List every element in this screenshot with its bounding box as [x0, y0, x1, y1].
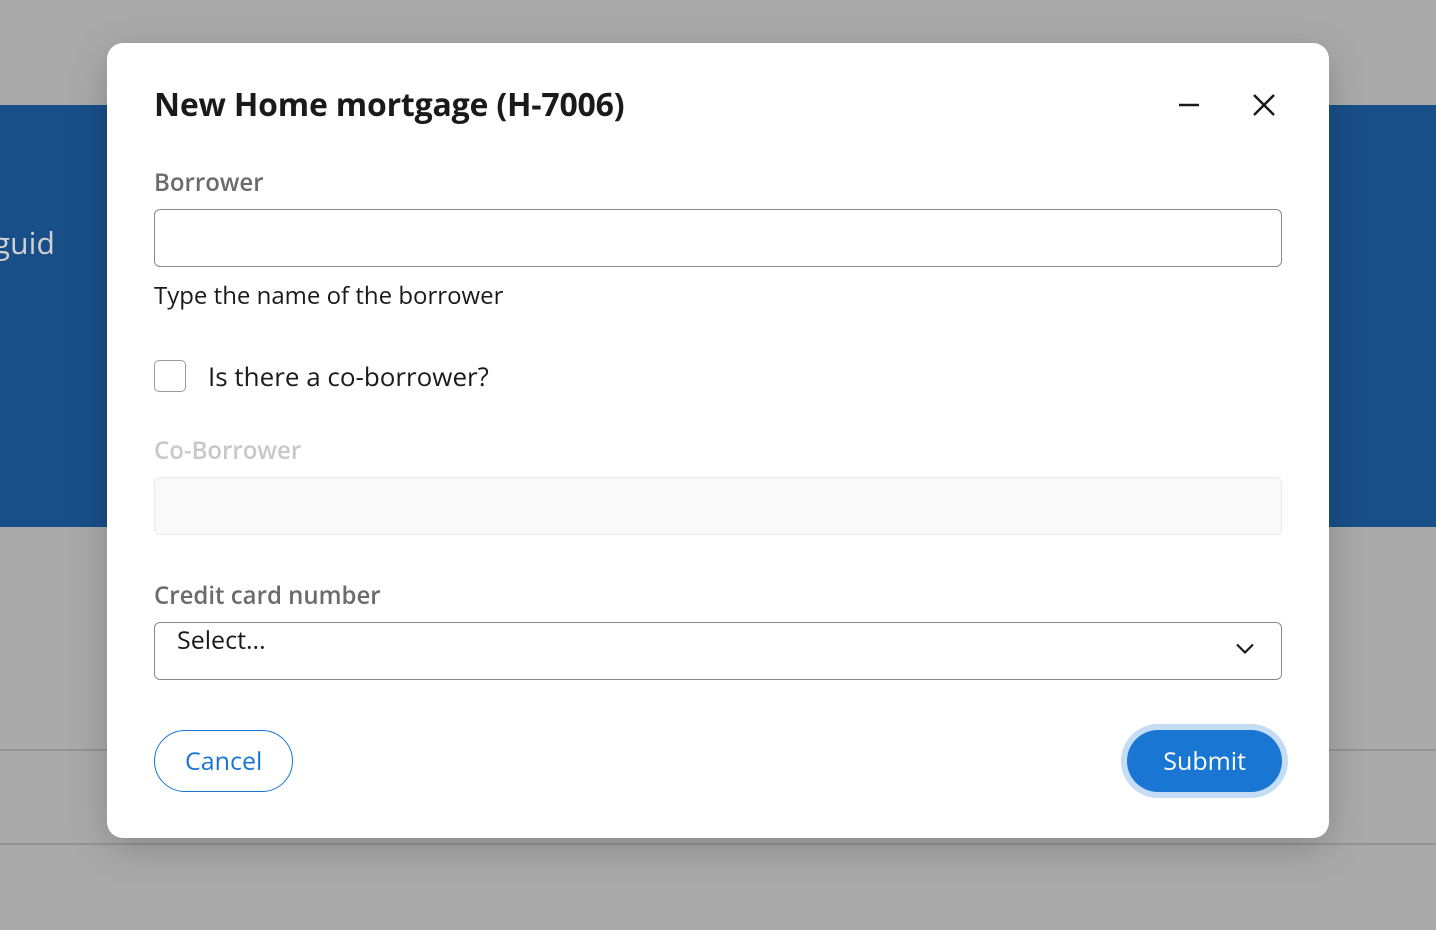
close-icon	[1250, 91, 1278, 119]
co-borrower-input	[154, 477, 1282, 535]
co-borrower-checkbox-label: Is there a co-borrower?	[208, 358, 489, 394]
minimize-icon	[1176, 92, 1202, 118]
modal-header: New Home mortgage (H-7006)	[154, 83, 1282, 126]
modal-header-actions	[1172, 87, 1282, 123]
modal-title: New Home mortgage (H-7006)	[154, 83, 624, 126]
modal-footer: Cancel Submit	[154, 730, 1282, 792]
borrower-input[interactable]	[154, 209, 1282, 267]
credit-card-label: Credit card number	[154, 579, 1282, 612]
new-mortgage-modal: New Home mortgage (H-7006) Borrower Type…	[107, 43, 1329, 838]
credit-card-select-wrapper: Select...	[154, 622, 1282, 680]
minimize-button[interactable]	[1172, 88, 1206, 122]
close-button[interactable]	[1246, 87, 1282, 123]
modal-overlay: New Home mortgage (H-7006) Borrower Type…	[0, 0, 1436, 930]
cancel-button[interactable]: Cancel	[154, 730, 293, 792]
co-borrower-label: Co-Borrower	[154, 434, 1282, 467]
submit-button[interactable]: Submit	[1127, 730, 1282, 792]
borrower-help-text: Type the name of the borrower	[154, 279, 1282, 312]
co-borrower-checkbox[interactable]	[154, 360, 186, 392]
credit-card-field-group: Credit card number Select...	[154, 579, 1282, 680]
borrower-label: Borrower	[154, 166, 1282, 199]
credit-card-select[interactable]: Select...	[154, 622, 1282, 680]
borrower-field-group: Borrower Type the name of the borrower	[154, 166, 1282, 312]
co-borrower-field-group: Co-Borrower	[154, 434, 1282, 535]
co-borrower-checkbox-row: Is there a co-borrower?	[154, 358, 1282, 394]
credit-card-selected-value: Select...	[177, 623, 266, 657]
